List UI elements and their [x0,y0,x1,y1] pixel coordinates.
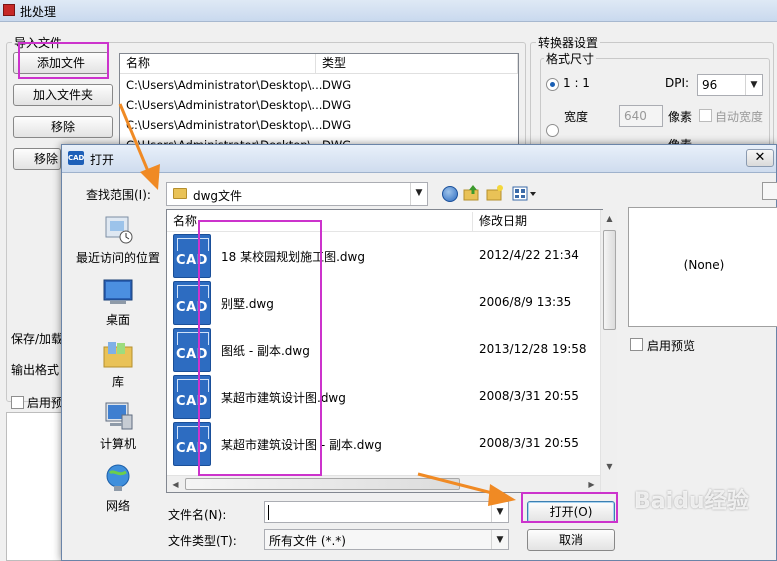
annotation-arrows [118,103,516,506]
arrow-to-dialog [118,103,160,190]
arrow-to-open-button [417,472,516,506]
